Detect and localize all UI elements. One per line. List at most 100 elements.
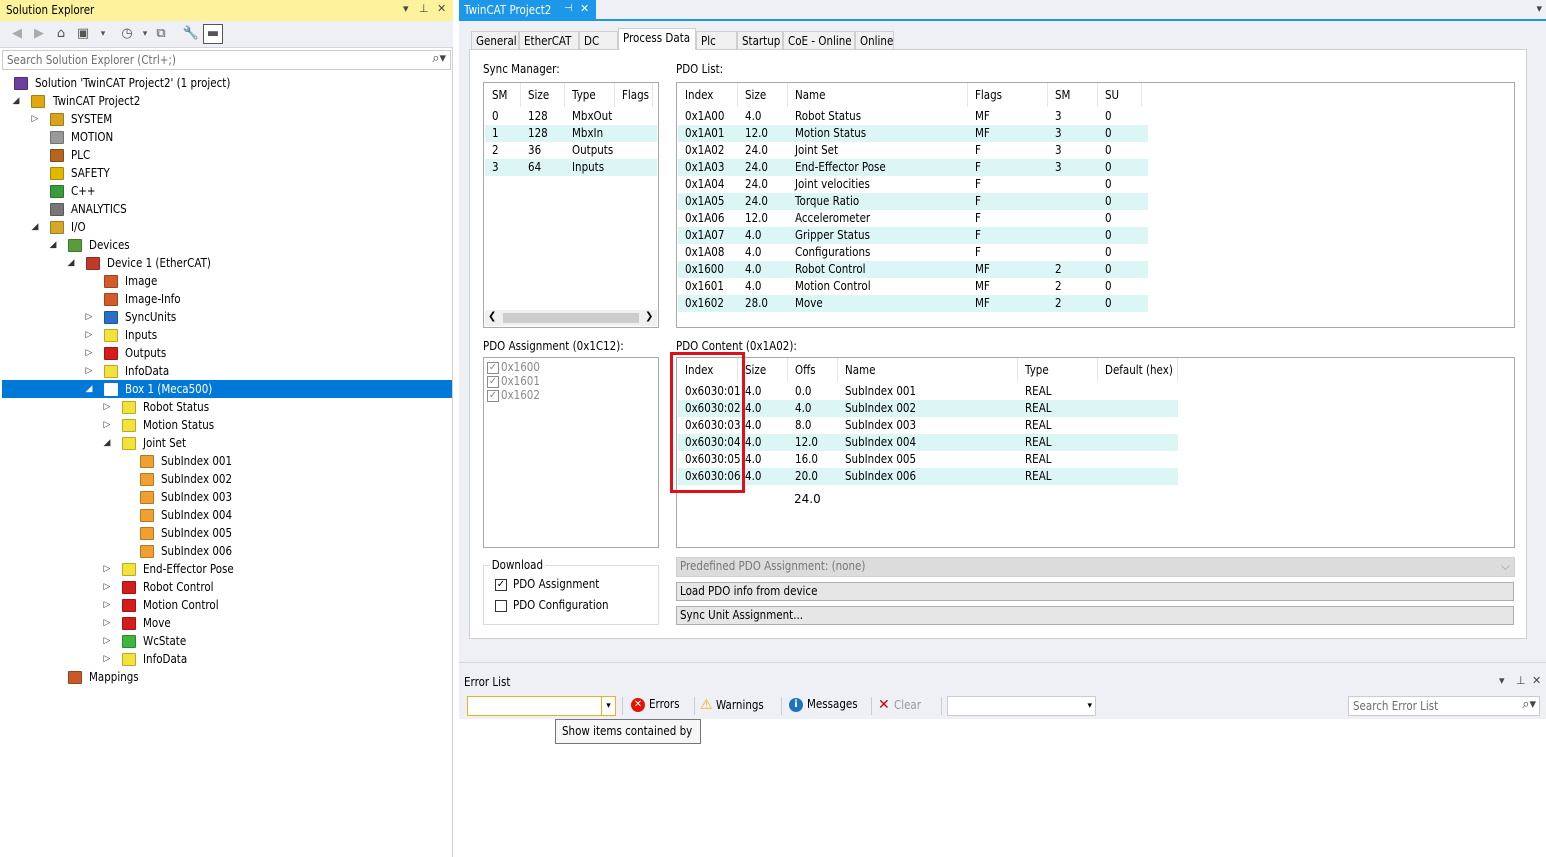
tab-dc[interactable]: DC [579,31,618,49]
column-header[interactable]: Index [678,83,738,107]
build-filter-combobox[interactable]: ▾ [947,696,1096,716]
tree-node[interactable]: ◢ TwinCAT Project2 [0,92,452,110]
pane-splitter[interactable] [459,662,1546,672]
table-row[interactable]: 2 36 Outputs [485,142,657,159]
collapse-arrow-icon[interactable]: ◢ [66,254,76,272]
table-row[interactable]: 0x1A02 24.0 Joint Set F 3 0 [678,142,1148,159]
tree-node[interactable]: ▷ Outputs [0,344,452,362]
load-pdo-info-button[interactable]: Load PDO info from device [676,582,1514,601]
tree-node[interactable]: ANALYTICS [0,200,452,218]
column-header[interactable]: Flags [615,83,653,107]
tree-node[interactable]: ▷ Robot Control [0,578,452,596]
table-row[interactable]: 0x1A00 4.0 Robot Status MF 3 0 [678,108,1148,125]
collapse-arrow-icon[interactable]: ◢ [48,236,58,254]
expand-arrow-icon[interactable]: ▷ [102,578,112,596]
expand-arrow-icon[interactable]: ▷ [84,362,94,380]
column-header[interactable]: Name [838,358,1018,382]
tree-node[interactable]: PLC [0,146,452,164]
tab-ethercat[interactable]: EtherCAT [519,31,579,49]
scroll-right-icon[interactable]: ❯ [645,311,653,322]
close-icon[interactable]: ✕ [437,2,446,15]
tree-node[interactable]: Solution 'TwinCAT Project2' (1 project) [0,74,452,92]
tab-pin-icon[interactable]: ⊣ [564,3,573,14]
table-row[interactable]: 0x1602 28.0 Move MF 2 0 [678,295,1148,312]
table-row[interactable]: 0x1A04 24.0 Joint velocities F 0 [678,176,1148,193]
collapse-arrow-icon[interactable]: ◢ [102,434,112,452]
error-list-search[interactable]: Search Error List ⌕▾ [1348,696,1540,716]
sync-unit-assignment-button[interactable]: Sync Unit Assignment... [676,606,1514,625]
expand-arrow-icon[interactable]: ▷ [84,344,94,362]
forward-icon[interactable]: ▶ [30,25,48,43]
expand-arrow-icon[interactable]: ▷ [102,632,112,650]
dropdown-arrow-icon[interactable]: ▾ [1499,674,1505,687]
pin-icon[interactable]: ⊥ [419,2,429,15]
tree-node[interactable]: SubIndex 005 [0,524,452,542]
table-row[interactable]: 0x1A08 4.0 Configurations F 0 [678,244,1148,261]
tree-node[interactable]: Image [0,272,452,290]
properties-wrench-icon[interactable]: 🔧 [182,25,200,43]
tree-node[interactable]: SubIndex 001 [0,452,452,470]
tab-close-icon[interactable]: ✕ [580,2,589,15]
tree-node[interactable]: SubIndex 003 [0,488,452,506]
pdo-assignment-item[interactable]: ✓ 0x1601 [487,374,546,388]
column-header[interactable]: Size [738,83,788,107]
tree-node[interactable]: SubIndex 006 [0,542,452,560]
table-row[interactable]: 0x6030:02 4.0 4.0 SubIndex 002 REAL [678,400,1178,417]
column-header[interactable]: Type [565,83,615,107]
home-icon[interactable]: ⌂ [52,25,70,43]
back-icon[interactable]: ◀ [8,25,26,43]
tree-node[interactable]: SubIndex 004 [0,506,452,524]
messages-filter-button[interactable]: i Messages [789,697,866,712]
dropdown-arrow-icon[interactable]: ▾ [403,2,409,15]
tree-node[interactable]: ▷ SYSTEM [0,110,452,128]
tree-node[interactable]: ◢ Box 1 (Meca500) [2,380,452,398]
tree-node[interactable]: ▷ Motion Status [0,416,452,434]
tree-node[interactable]: Mappings [0,668,452,686]
column-header[interactable]: SM [485,83,521,107]
column-header[interactable]: Type [1018,358,1098,382]
switch-views-icon[interactable]: ▣ [74,25,92,43]
tree-node[interactable]: SubIndex 002 [0,470,452,488]
expand-arrow-icon[interactable]: ▷ [102,560,112,578]
table-row[interactable]: 0x6030:06 4.0 20.0 SubIndex 006 REAL [678,468,1178,485]
tree-node[interactable]: ◢ Devices [0,236,452,254]
table-row[interactable]: 0x1601 4.0 Motion Control MF 2 0 [678,278,1148,295]
tree-node[interactable]: MOTION [0,128,452,146]
expand-arrow-icon[interactable]: ▷ [102,596,112,614]
tab-general[interactable]: General [471,31,519,49]
column-header[interactable]: Flags [968,83,1048,107]
tree-node[interactable]: ◢ I/O [0,218,452,236]
collapse-arrow-icon[interactable]: ◢ [30,218,40,236]
column-header[interactable]: Default (hex) [1098,358,1178,382]
tree-node[interactable]: ▷ InfoData [0,650,452,668]
collapse-all-icon[interactable]: ⧉ [152,25,170,43]
tree-node[interactable]: ▷ Motion Control [0,596,452,614]
table-row[interactable]: 0x6030:01 4.0 0.0 SubIndex 001 REAL [678,383,1178,400]
chevron-down-icon[interactable]: ▾ [601,697,615,715]
pdo-assignment-item[interactable]: ✓ 0x1600 [487,360,546,374]
expand-arrow-icon[interactable]: ▷ [102,416,112,434]
tree-node[interactable]: ◢ Device 1 (EtherCAT) [0,254,452,272]
table-row[interactable]: 3 64 Inputs [485,159,657,176]
column-header[interactable]: Size [521,83,565,107]
tree-node[interactable]: ▷ Move [0,614,452,632]
tab-coe-online[interactable]: CoE - Online [783,31,855,49]
tree-node[interactable]: C++ [0,182,452,200]
pending-changes-icon[interactable]: ◷ [118,25,136,43]
table-row[interactable]: 0x6030:04 4.0 12.0 SubIndex 004 REAL [678,434,1178,451]
column-header[interactable]: Size [738,358,788,382]
collapse-arrow-icon[interactable]: ◢ [11,92,21,110]
expand-arrow-icon[interactable]: ▷ [102,650,112,668]
expand-arrow-icon[interactable]: ▷ [102,614,112,632]
predefined-pdo-select[interactable]: Predefined PDO Assignment: (none) ⌵ [676,557,1515,577]
pdo-assignment-item[interactable]: ✓ 0x1602 [487,388,546,402]
tab-overflow-icon[interactable]: ▾ [1536,2,1542,15]
scroll-left-icon[interactable]: ❮ [488,311,496,322]
tree-node[interactable]: ▷ End-Effector Pose [0,560,452,578]
tree-node[interactable]: Image-Info [0,290,452,308]
column-header[interactable]: SU [1098,83,1142,107]
tree-node[interactable]: SAFETY [0,164,452,182]
scroll-thumb[interactable] [503,313,639,323]
table-row[interactable]: 0x1A03 24.0 End-Effector Pose F 3 0 [678,159,1148,176]
expand-arrow-icon[interactable]: ▷ [102,398,112,416]
